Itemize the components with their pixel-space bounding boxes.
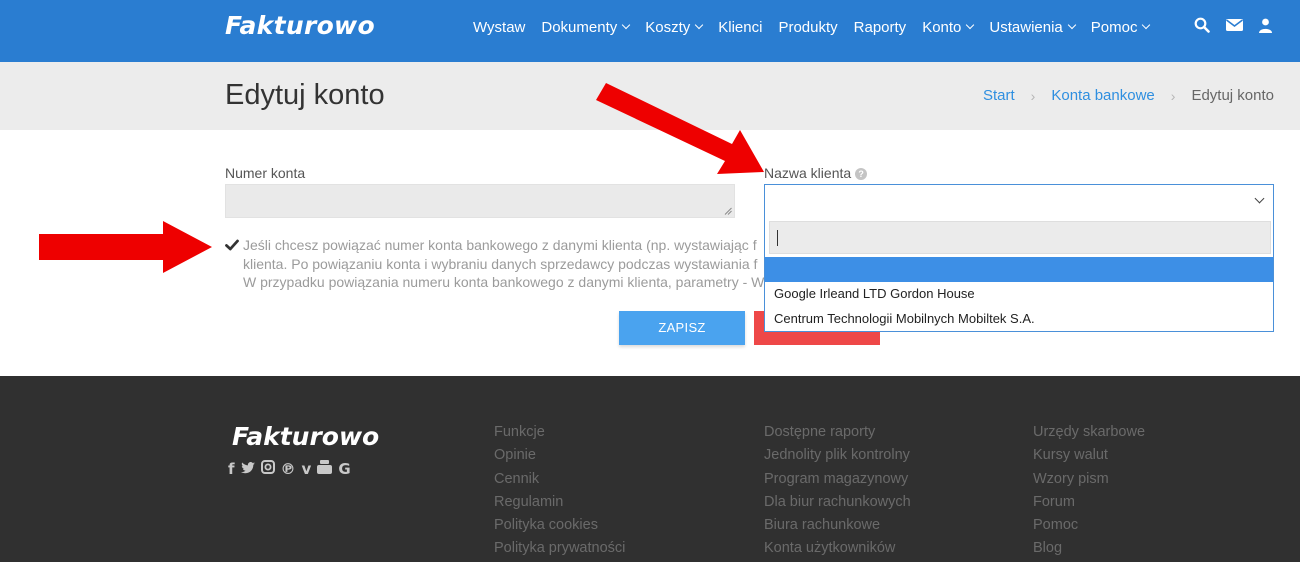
- footer-link[interactable]: Pomoc: [1033, 517, 1145, 540]
- footer-link[interactable]: Urzędy skarbowe: [1033, 424, 1145, 447]
- instagram-icon[interactable]: [260, 460, 275, 478]
- page-title: Edytuj konto: [225, 79, 385, 111]
- chevron-down-icon: [695, 20, 704, 30]
- footer-link[interactable]: Dla biur rachunkowych: [764, 494, 911, 517]
- top-navbar: Fakturowo Wystaw Dokumenty Koszty Klienc…: [0, 0, 1300, 62]
- breadcrumb-start[interactable]: Start: [983, 87, 1015, 104]
- search-icon[interactable]: [1194, 17, 1210, 38]
- chevron-down-icon: [1067, 20, 1077, 30]
- google-icon[interactable]: G: [338, 460, 350, 478]
- pinterest-icon[interactable]: ℗: [281, 460, 296, 478]
- dropdown-option-mobiltek[interactable]: Centrum Technologii Mobilnych Mobiltek S…: [765, 306, 1273, 331]
- footer-link[interactable]: Polityka prywatności: [494, 540, 625, 562]
- breadcrumb-separator-icon: ›: [1170, 87, 1176, 104]
- footer-link[interactable]: Regulamin: [494, 494, 625, 517]
- footer-column-1: Funkcje Opinie Cennik Regulamin Polityka…: [494, 424, 625, 562]
- footer-link[interactable]: Forum: [1033, 494, 1145, 517]
- arrow-to-checkbox: [39, 221, 212, 273]
- footer-logo[interactable]: Fakturowo: [232, 422, 379, 451]
- footer-link[interactable]: Blog: [1033, 540, 1145, 562]
- breadcrumb-separator-icon: ›: [1030, 87, 1036, 104]
- vimeo-icon[interactable]: v: [302, 460, 312, 478]
- footer-link[interactable]: Wzory pism: [1033, 471, 1145, 494]
- footer-column-3: Urzędy skarbowe Kursy walut Wzory pism F…: [1033, 424, 1145, 562]
- footer-link[interactable]: Opinie: [494, 447, 625, 470]
- footer-link[interactable]: Funkcje: [494, 424, 625, 447]
- nav-item-wystaw[interactable]: Wystaw: [473, 19, 525, 36]
- chevron-down-icon: [1142, 20, 1151, 30]
- checkbox-text-line: Jeśli chcesz powiązać numer konta bankow…: [243, 237, 757, 253]
- nav-icon-group: [1194, 17, 1288, 38]
- text-caret: [777, 230, 778, 246]
- footer-link[interactable]: Dostępne raporty: [764, 424, 911, 447]
- nav-item-raporty[interactable]: Raporty: [854, 19, 907, 36]
- footer-link[interactable]: Cennik: [494, 471, 625, 494]
- client-name-label-text: Nazwa klienta: [764, 165, 852, 181]
- chevron-down-icon: [1254, 193, 1265, 204]
- chevron-down-icon: [622, 20, 631, 30]
- client-dropdown: Google Irleand LTD Gordon House Centrum …: [764, 217, 1274, 332]
- resize-grip-icon[interactable]: [724, 207, 732, 215]
- help-icon[interactable]: ?: [855, 168, 868, 180]
- link-client-checkbox-label: Jeśli chcesz powiązać numer konta bankow…: [243, 236, 764, 296]
- youtube-icon[interactable]: [317, 460, 333, 478]
- footer-link[interactable]: Jednolity plik kontrolny: [764, 447, 911, 470]
- footer-column-2: Dostępne raporty Jednolity plik kontroln…: [764, 424, 911, 562]
- checkbox-text-line: W przypadku powiązania numeru konta bank…: [243, 274, 764, 290]
- footer: Fakturowo f ℗ v G Funkcje Opinie Cennik …: [0, 376, 1300, 562]
- account-number-label: Numer konta: [225, 165, 306, 181]
- user-icon[interactable]: [1259, 18, 1272, 38]
- page-header: Edytuj konto Start › Konta bankowe › Edy…: [0, 62, 1300, 130]
- facebook-icon[interactable]: f: [228, 460, 235, 478]
- nav-item-pomoc[interactable]: Pomoc: [1091, 19, 1151, 36]
- twitter-icon[interactable]: [240, 460, 255, 478]
- main-nav: Wystaw Dokumenty Koszty Klienci Produkty…: [465, 0, 1157, 54]
- nav-item-produkty[interactable]: Produkty: [778, 19, 837, 36]
- checkbox-text-line: klienta. Po powiązaniu konta i wybraniu …: [243, 255, 758, 272]
- nav-item-koszty[interactable]: Koszty: [645, 19, 704, 36]
- footer-link[interactable]: Program magazynowy: [764, 471, 911, 494]
- dropdown-option-google[interactable]: Google Irleand LTD Gordon House: [765, 281, 1273, 306]
- nav-item-klienci[interactable]: Klienci: [718, 19, 762, 36]
- dropdown-option-empty[interactable]: [765, 257, 1273, 282]
- nav-item-konto[interactable]: Konto: [922, 19, 975, 36]
- breadcrumb-current: Edytuj konto: [1191, 87, 1274, 104]
- nav-item-dokumenty[interactable]: Dokumenty: [541, 19, 631, 36]
- account-number-textarea[interactable]: [225, 184, 735, 218]
- client-name-select[interactable]: [764, 184, 1274, 218]
- nav-item-ustawienia[interactable]: Ustawienia: [989, 19, 1077, 36]
- checkbox-checked-icon[interactable]: [225, 238, 239, 252]
- brand-logo[interactable]: Fakturowo: [225, 11, 375, 40]
- client-name-label: Nazwa klienta?: [764, 165, 868, 181]
- social-icons: f ℗ v G: [228, 460, 357, 478]
- breadcrumb: Start › Konta bankowe › Edytuj konto: [983, 87, 1274, 104]
- dropdown-search-input[interactable]: [769, 221, 1271, 254]
- footer-link[interactable]: Konta użytkowników: [764, 540, 911, 562]
- envelope-icon[interactable]: [1226, 18, 1243, 37]
- footer-link[interactable]: Polityka cookies: [494, 517, 625, 540]
- breadcrumb-bank-accounts[interactable]: Konta bankowe: [1051, 87, 1154, 104]
- footer-link[interactable]: Kursy walut: [1033, 447, 1145, 470]
- chevron-down-icon: [966, 20, 975, 30]
- save-button[interactable]: ZAPISZ: [619, 311, 745, 345]
- footer-link[interactable]: Biura rachunkowe: [764, 517, 911, 540]
